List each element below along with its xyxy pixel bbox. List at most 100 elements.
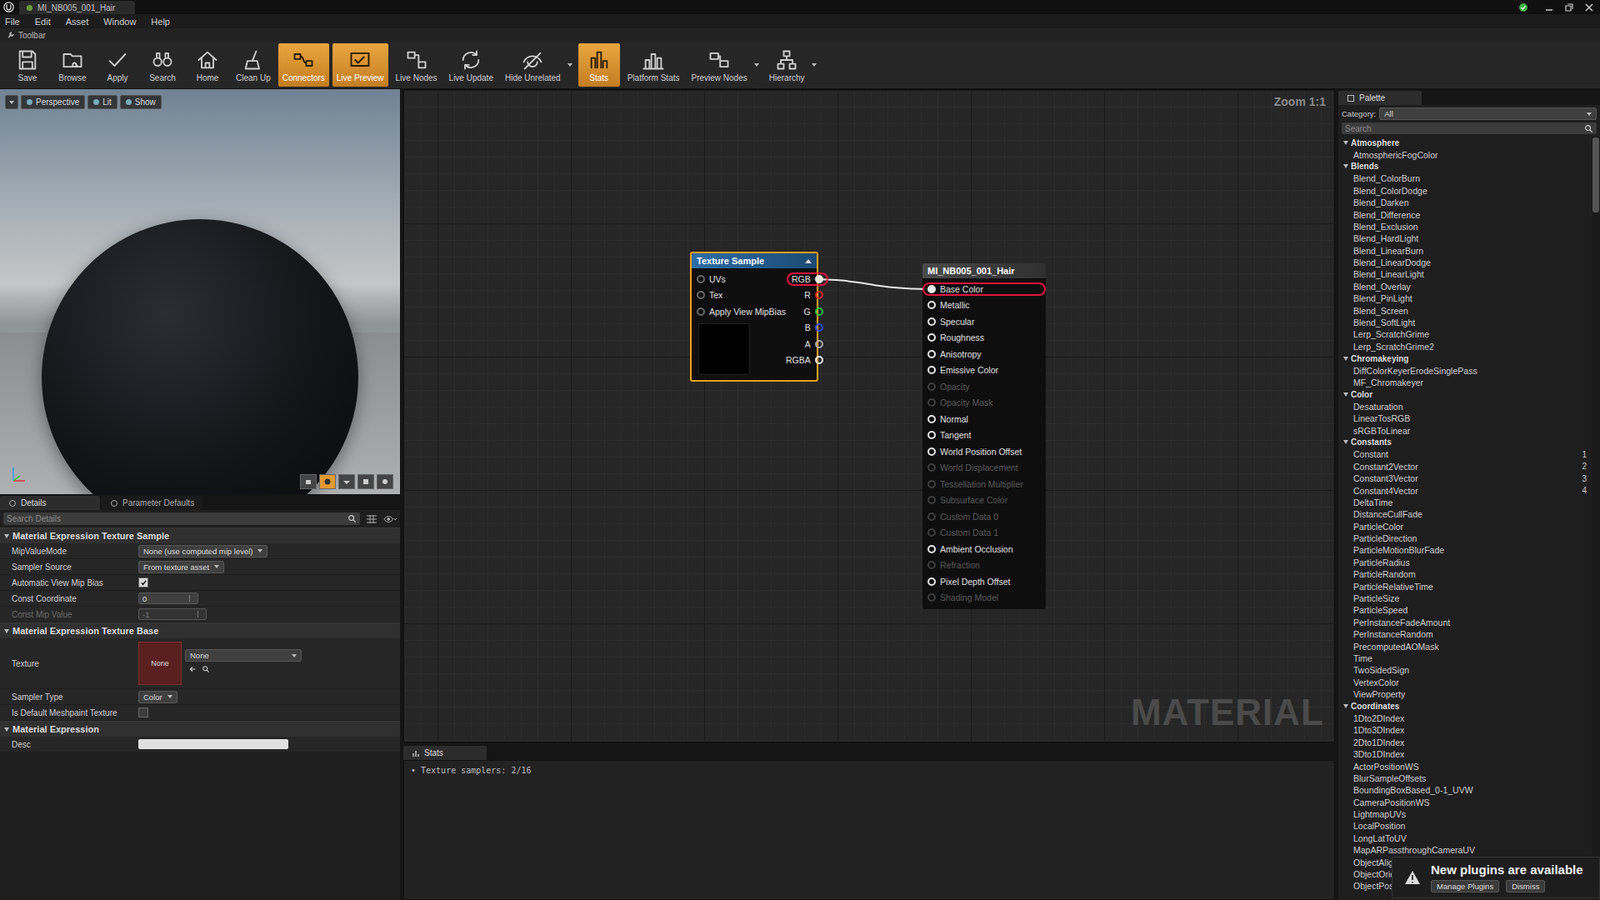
palette-category[interactable]: Coordinates (1343, 700, 1592, 712)
palette-item[interactable]: ViewProperty (1343, 688, 1592, 700)
menu-item[interactable]: Help (149, 16, 172, 27)
material-input-pin[interactable]: Anisotropy (927, 345, 1041, 363)
toolbar-button[interactable]: Save (6, 43, 49, 87)
palette-category[interactable]: Atmosphere (1343, 136, 1592, 149)
menu-item[interactable]: Edit (33, 16, 53, 27)
palette-item[interactable]: Blend_LinearBurn (1343, 245, 1592, 257)
stats-tab[interactable]: Stats (403, 745, 487, 760)
palette-item[interactable]: Constant 1 (1343, 448, 1592, 460)
toolbar-dropdown[interactable] (565, 43, 575, 87)
details-section-header[interactable]: Material Expression Texture Base (0, 622, 400, 639)
palette-item[interactable]: Blend_Screen (1343, 304, 1592, 316)
palette-item[interactable]: 1Dto3DIndex (1343, 724, 1592, 736)
material-result-node[interactable]: MI_NB005_001_Hair Base Color Metallic Sp… (922, 263, 1046, 610)
palette-item[interactable]: DiffColorKeyerErodeSinglePass (1343, 364, 1592, 376)
palette-item[interactable]: PrecomputedAOMask (1343, 640, 1592, 652)
property-checkbox[interactable] (138, 577, 149, 588)
palette-category[interactable]: Constants (1343, 436, 1592, 449)
palette-item[interactable]: ParticleSpeed (1343, 604, 1592, 616)
palette-item[interactable]: LinearTosRGB (1343, 412, 1592, 425)
viewport-button[interactable]: Show (120, 95, 162, 110)
palette-item[interactable]: ParticleMotionBlurFade (1343, 544, 1592, 556)
preview-shape-button[interactable] (319, 474, 336, 490)
material-input-pin[interactable]: Normal (927, 410, 1041, 428)
palette-tab[interactable]: Palette (1338, 90, 1422, 105)
palette-item[interactable]: MapARPassthroughCameraUV (1343, 844, 1592, 856)
material-input-pin[interactable]: Ambient Occlusion (927, 540, 1041, 558)
palette-item[interactable]: Blend_Exclusion (1343, 220, 1592, 233)
property-checkbox[interactable] (138, 707, 149, 718)
palette-item[interactable]: PerInstanceFadeAmount (1343, 616, 1592, 629)
toolbar-button[interactable]: Stats (578, 43, 620, 87)
palette-item[interactable]: ParticleRadius (1343, 556, 1592, 569)
output-pin[interactable]: R (804, 287, 824, 305)
category-dropdown[interactable]: All (1379, 107, 1597, 120)
palette-item[interactable]: MF_Chromakeyer (1343, 376, 1592, 389)
toolbar-button[interactable]: Live Preview (332, 43, 389, 87)
palette-item[interactable]: ParticleDirection (1343, 532, 1592, 545)
browse-icon[interactable] (201, 665, 210, 674)
preview-shape-button[interactable] (357, 474, 375, 490)
toolbar-tab[interactable]: Toolbar (0, 28, 1600, 42)
toolbar-button[interactable]: Connectors (278, 43, 330, 87)
details-section-header[interactable]: Material Expression Texture Sample (0, 527, 400, 544)
palette-item[interactable]: Constant3Vector 3 (1343, 472, 1592, 485)
palette-item[interactable]: sRGBToLinear (1343, 424, 1592, 436)
toolbar-dropdown[interactable] (809, 43, 820, 87)
palette-search[interactable] (1341, 122, 1597, 135)
material-input-pin[interactable]: Emissive Color (927, 362, 1041, 380)
palette-item[interactable]: Constant4Vector 4 (1343, 484, 1592, 496)
output-pin[interactable]: B (805, 320, 824, 337)
palette-item[interactable]: LongLatToUV (1343, 832, 1592, 845)
palette-item[interactable]: Blend_ColorDodge (1343, 185, 1592, 197)
palette-item[interactable]: ParticleSize (1343, 592, 1592, 605)
menu-item[interactable]: File (3, 16, 22, 27)
unreal-logo-icon[interactable] (3, 1, 15, 13)
palette-item[interactable]: Lerp_ScratchGrime (1343, 328, 1592, 340)
output-pin[interactable]: RGB (791, 270, 824, 288)
material-input-pin[interactable]: Specular (927, 313, 1041, 330)
material-input-pin[interactable]: Tangent (927, 427, 1041, 445)
texture-sample-node[interactable]: Texture Sample UVs Tex Apply View MipBia… (690, 251, 819, 382)
toolbar-button[interactable]: Live Nodes (391, 43, 442, 87)
palette-item[interactable]: CameraPositionWS (1343, 795, 1592, 808)
toolbar-button[interactable]: Platform Stats (623, 43, 685, 87)
material-input-pin[interactable]: Base Color (927, 280, 1041, 298)
preview-viewport[interactable]: PerspectiveLitShow (0, 89, 400, 495)
connection-wire[interactable] (807, 279, 932, 290)
preview-shape-button[interactable] (300, 474, 317, 490)
viewport-options-button[interactable] (5, 95, 19, 110)
material-input-pin[interactable]: Metallic (927, 297, 1041, 315)
details-search[interactable] (3, 512, 360, 525)
palette-item[interactable]: Lerp_ScratchGrime2 (1343, 340, 1592, 353)
palette-category[interactable]: Blends (1343, 160, 1592, 173)
output-pin[interactable]: G (804, 303, 824, 320)
palette-item[interactable]: Blend_ColorBurn (1343, 172, 1592, 185)
palette-item[interactable]: Blend_Darken (1343, 196, 1592, 209)
property-matrix-icon[interactable] (365, 514, 379, 525)
texture-dropdown[interactable]: None (185, 649, 302, 662)
toolbar-button[interactable]: Apply (96, 43, 139, 87)
palette-item[interactable]: 1Dto2DIndex (1343, 712, 1592, 725)
viewport-button[interactable]: Lit (87, 95, 118, 110)
palette-item[interactable]: 2Dto1DIndex (1343, 736, 1592, 749)
palette-item[interactable]: Time (1343, 652, 1592, 665)
toolbar-button[interactable]: Search (141, 43, 184, 87)
palette-item[interactable]: PerInstanceRandom (1343, 628, 1592, 640)
menu-item[interactable]: Window (101, 16, 138, 27)
toolbar-button[interactable]: Home (186, 43, 229, 87)
palette-category[interactable]: Chromakeying (1343, 352, 1592, 365)
palette-item[interactable]: ParticleColor (1343, 520, 1592, 533)
palette-item[interactable]: BlurSampleOffsets (1343, 772, 1592, 785)
material-input-pin[interactable]: Pixel Depth Offset (927, 573, 1041, 590)
material-input-pin[interactable]: Roughness (927, 330, 1041, 347)
palette-item[interactable]: AtmosphericFogColor (1343, 148, 1592, 160)
palette-item[interactable]: ActorPositionWS (1343, 760, 1592, 772)
source-control-icon[interactable] (1518, 2, 1529, 13)
property-dropdown[interactable]: Color (138, 690, 178, 704)
details-search-input[interactable] (6, 514, 348, 524)
input-pin[interactable]: Apply View MipBias (696, 303, 786, 320)
toolbar-button[interactable]: Live Update (445, 43, 498, 87)
close-icon[interactable] (1581, 2, 1597, 13)
palette-item[interactable]: BoundingBoxBased_0-1_UVW (1343, 784, 1592, 796)
